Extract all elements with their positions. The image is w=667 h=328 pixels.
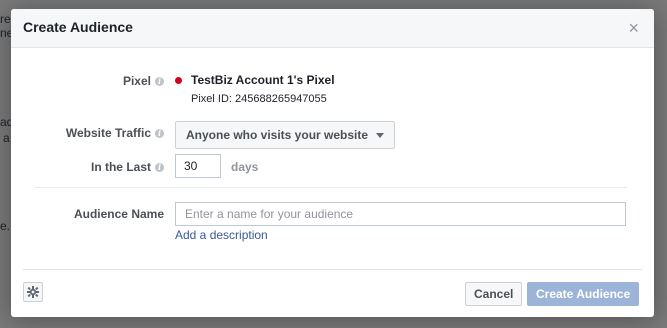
info-icon[interactable]: i xyxy=(155,77,164,86)
audience-name-label: Audience Name xyxy=(73,207,164,221)
in-the-last-label: In the Last xyxy=(90,160,151,174)
settings-button[interactable] xyxy=(23,282,43,302)
footer-divider xyxy=(23,269,642,270)
section-divider xyxy=(35,187,627,188)
info-icon[interactable]: i xyxy=(155,163,164,172)
add-description-link[interactable]: Add a description xyxy=(175,228,268,242)
days-input[interactable] xyxy=(175,154,221,178)
pixel-name: TestBiz Account 1's Pixel xyxy=(191,73,335,87)
dialog-title: Create Audience xyxy=(23,19,133,35)
chevron-down-icon xyxy=(376,133,385,138)
cancel-button[interactable]: Cancel xyxy=(465,282,523,306)
in-the-last-label-row: In the Last i xyxy=(91,160,164,174)
background-text-fragment: e. xyxy=(0,219,11,233)
audience-name-input[interactable] xyxy=(175,202,626,226)
pixel-label-row: Pixel i xyxy=(123,74,164,88)
pixel-label: Pixel xyxy=(122,74,151,88)
create-audience-button[interactable]: Create Audience xyxy=(527,282,640,306)
website-traffic-label: Website Traffic xyxy=(65,126,151,140)
website-traffic-dropdown[interactable]: Anyone who visits your website xyxy=(175,121,396,149)
info-icon[interactable]: i xyxy=(155,129,164,138)
gear-icon xyxy=(27,286,39,298)
create-audience-dialog: Create Audience × Pixel i TestBiz Account… xyxy=(11,9,654,317)
close-icon[interactable]: × xyxy=(628,19,639,37)
pixel-status-dot xyxy=(175,77,182,84)
days-unit-label: days xyxy=(231,160,259,174)
website-traffic-selected: Anyone who visits your website xyxy=(186,128,369,142)
background-text-fragment: a xyxy=(3,131,10,145)
pixel-id: Pixel ID: 245688265947055 xyxy=(191,93,327,105)
dialog-header: Create Audience × xyxy=(11,9,654,48)
website-traffic-label-row: Website Traffic i xyxy=(66,126,164,140)
